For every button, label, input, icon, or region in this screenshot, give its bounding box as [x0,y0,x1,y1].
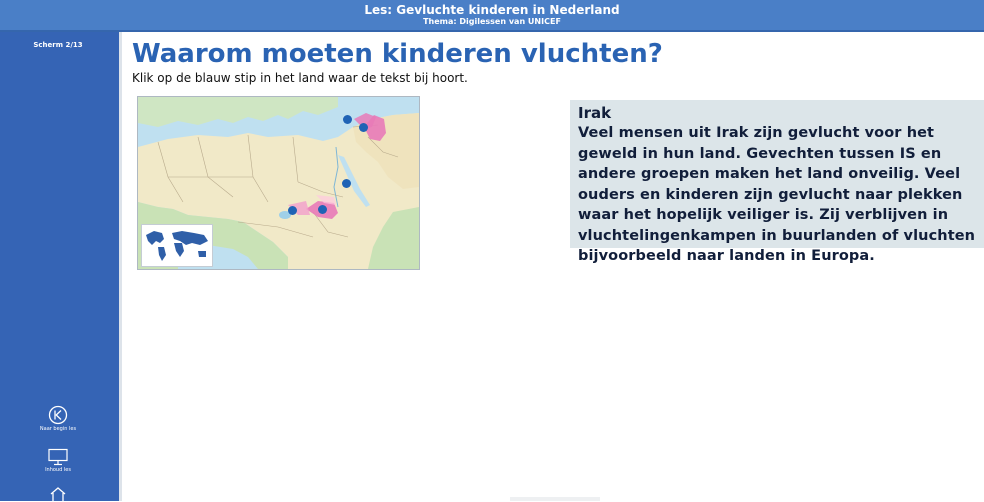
map-dot-central-african-republic[interactable] [288,206,297,215]
to-start-label: Naar begin les [39,426,77,432]
world-map [137,96,420,270]
world-overview-inset [141,224,213,267]
home-button[interactable] [0,486,116,502]
lesson-header: Les: Gevluchte kinderen in Nederland The… [0,0,984,32]
sidebar: Scherm 2/13 Naar begin les Inhoud les [0,32,122,502]
info-text: Veel mensen uit Irak zijn gevlucht voor … [578,125,976,264]
map-dot-south-sudan[interactable] [318,205,327,214]
skip-to-start-icon [48,405,68,425]
screen-counter: Scherm 2/13 [33,41,83,49]
map-dot-syria[interactable] [343,115,352,124]
bottom-edge-fragment [510,497,600,501]
lesson-contents-label: Inhoud les [45,467,71,473]
lesson-contents-button[interactable]: Inhoud les [0,448,116,473]
map-dot-eritrea[interactable] [342,179,351,188]
lesson-theme: Thema: Digilessen van UNICEF [423,17,561,26]
map-dot-iraq[interactable] [359,123,368,132]
lesson-title: Les: Gevluchte kinderen in Nederland [364,3,620,17]
info-title: Irak [578,104,612,122]
monitor-icon [48,448,68,466]
info-box: Irak Veel mensen uit Irak zijn gevlucht … [570,100,984,264]
world-map-thumbnail [142,225,212,266]
to-start-button[interactable]: Naar begin les [0,405,116,432]
page-title: Waarom moeten kinderen vluchten? [132,39,663,69]
instruction-text: Klik op de blauw stip in het land waar d… [132,71,468,85]
home-icon [50,487,66,502]
